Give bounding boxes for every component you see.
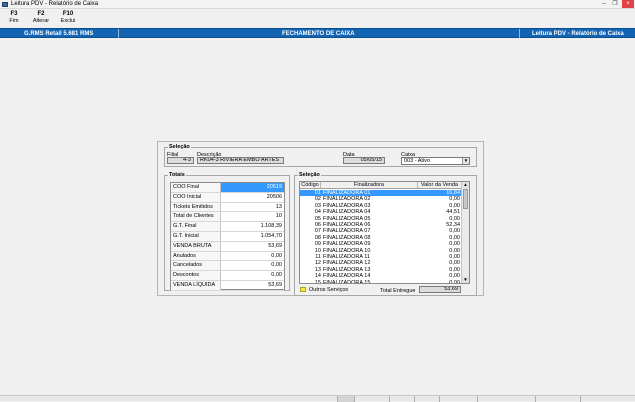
totais-row: VENDA BRUTA 53,69 — [171, 241, 284, 252]
totais-row-value[interactable]: 53,69 — [221, 281, 284, 290]
column-header-valor[interactable]: Valor da Venda — [418, 182, 462, 188]
totais-row: Tickets Emitidos 13 — [171, 202, 284, 213]
finalizadoras-grid[interactable]: Código Finalizadora Valor da Venda 01 FIN… — [299, 181, 470, 284]
grid-cell-valor: 0,00 — [449, 279, 460, 284]
status-bar — [0, 395, 635, 402]
column-header-finalizadora[interactable]: Finalizadora — [321, 182, 418, 188]
totais-row-label: Descontos — [171, 271, 221, 280]
totais-row-label: G.T. Final — [171, 222, 221, 231]
status-panel — [440, 396, 478, 402]
grid-header: Código Finalizadora Valor da Venda — [300, 182, 462, 189]
total-entregue-field[interactable]: 53,69 — [419, 286, 461, 293]
totais-row-value[interactable]: 0,00 — [221, 271, 284, 280]
totais-row-label: Tickets Emitidos — [171, 202, 221, 212]
status-panel — [338, 396, 355, 402]
totais-row: COO Inicial 20506 — [171, 192, 284, 203]
status-panel — [536, 396, 581, 402]
exclui-key-label: F10 — [62, 11, 74, 17]
status-panel — [415, 396, 440, 402]
descricao-field[interactable]: RK04-3 RIVIERA EMBO ARTES — [197, 157, 284, 164]
header-separator — [519, 29, 520, 38]
status-panel — [390, 396, 415, 402]
totais-row-value[interactable]: 20506 — [221, 193, 284, 202]
totais-row: G.T. Final 1.108,39 — [171, 222, 284, 232]
totais-row-label: Cancelados — [171, 261, 221, 271]
totais-row-label: Anulados — [171, 251, 221, 261]
totais-row: COO Final 20519 — [171, 183, 284, 193]
totais-row-label: VENDA LÍQUIDA — [171, 281, 221, 290]
column-header-codigo[interactable]: Código — [300, 182, 321, 188]
alterar-key-label: F2 — [37, 11, 45, 17]
totais-row-label: VENDA BRUTA — [171, 241, 221, 251]
grid-cell-codigo: 15 — [314, 279, 321, 284]
totais-row: Anulados 0,00 — [171, 251, 284, 262]
header-center: FECHAMENTO DE CAIXA — [282, 31, 355, 37]
grid-scrollbar[interactable]: ▲ ▼ — [461, 182, 469, 283]
scroll-thumb[interactable] — [463, 189, 468, 209]
grid-cell-finalizadora: FINALIZADORA 15 — [323, 279, 371, 284]
selecao-legend: Seleção — [169, 144, 190, 150]
totais-row-label: COO Final — [171, 183, 221, 192]
totais-row-value[interactable]: 13 — [221, 203, 284, 212]
restore-button[interactable]: ❐ — [610, 0, 620, 8]
totais-row: VENDA LÍQUIDA 53,69 — [171, 281, 284, 291]
window-title: Leitura PDV - Relatório de Caixa — [11, 1, 99, 7]
alterar-button[interactable]: F2 Alterar — [27, 11, 55, 25]
app-icon — [2, 2, 8, 7]
exclui-button[interactable]: F10 Exclui — [54, 11, 82, 25]
status-panel — [581, 396, 635, 402]
header-right: Leitura PDV - Relatório de Caixa — [532, 31, 624, 37]
grid-row[interactable]: 15 FINALIZADORA 15 0,00 — [300, 279, 462, 284]
totais-row: Total de Clientes 10 — [171, 212, 284, 223]
chevron-down-icon[interactable]: ▼ — [462, 158, 469, 164]
header-separator — [118, 29, 119, 38]
finalizadoras-legend: Seleção — [299, 172, 320, 178]
data-field[interactable]: 05/05/15 — [343, 157, 385, 164]
totais-row-label: Total de Clientes — [171, 212, 221, 222]
totais-row-value[interactable]: 1.054,70 — [221, 232, 284, 241]
totais-row: Descontos 0,00 — [171, 271, 284, 281]
minimize-button[interactable]: – — [599, 0, 609, 8]
totais-row-value[interactable]: 0,00 — [221, 261, 284, 270]
scroll-up-icon[interactable]: ▲ — [462, 182, 469, 188]
outros-servicos-swatch — [300, 287, 306, 292]
totais-table: COO Final 20519 COO Inicial 20506 Tickets … — [170, 182, 285, 291]
totais-row-value[interactable]: 0,00 — [221, 252, 284, 261]
totais-row: G.T. Inicial 1.054,70 — [171, 232, 284, 242]
status-panel — [478, 396, 536, 402]
totais-row-label: G.T. Inicial — [171, 232, 221, 241]
fim-button[interactable]: F3 Fim — [0, 11, 28, 25]
close-button[interactable]: × — [622, 0, 634, 8]
totais-row: Cancelados 0,00 — [171, 261, 284, 272]
alterar-label: Alterar — [32, 18, 50, 24]
exclui-label: Exclui — [60, 18, 76, 24]
status-panel — [0, 396, 338, 402]
total-entregue-label: Total Entregue — [380, 288, 416, 294]
title-bar: Leitura PDV - Relatório de Caixa – ❐ × — [0, 0, 635, 9]
header-left: G.RMS Retail 5.681 RMS — [24, 31, 94, 37]
status-panel — [355, 396, 390, 402]
outros-servicos-label: Outros Serviços — [309, 287, 349, 293]
totais-row-value[interactable]: 1.108,39 — [221, 222, 284, 231]
fim-key-label: F3 — [10, 11, 18, 17]
totais-row-value[interactable]: 20519 — [221, 183, 284, 192]
filial-field[interactable]: 4-3 — [167, 157, 194, 164]
totais-row-value[interactable]: 10 — [221, 212, 284, 221]
caixa-select[interactable]: 003 - Ativo ▼ — [401, 157, 470, 165]
caixa-select-value: 003 - Ativo — [404, 158, 430, 164]
fim-label: Fim — [9, 18, 19, 24]
totais-row-label: COO Inicial — [171, 192, 221, 202]
totais-legend: Totais — [169, 172, 185, 178]
totais-row-value[interactable]: 53,69 — [221, 242, 284, 251]
scroll-down-icon[interactable]: ▼ — [462, 277, 469, 283]
toolbar: F3 Fim F2 Alterar F10 Exclui — [0, 9, 635, 28]
header-bar: G.RMS Retail 5.681 RMS FECHAMENTO DE CAI… — [0, 28, 635, 38]
